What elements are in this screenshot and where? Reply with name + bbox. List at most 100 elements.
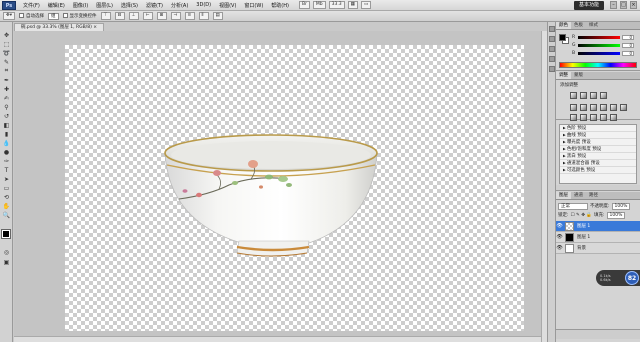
pen-tool-icon[interactable]: ✑ [2,157,11,165]
3d-rotate-tool-icon[interactable]: ⟲ [2,193,11,201]
menu-edit[interactable]: 编辑(E) [44,2,69,9]
visibility-eye-icon[interactable]: 👁 [556,234,563,240]
list-item[interactable]: 通道混合器 预设 [560,160,636,167]
clone-source-panel-icon[interactable] [549,46,555,52]
auto-align-button[interactable]: ▤ [212,12,223,20]
minimize-button[interactable]: – [610,1,617,9]
gradient-tool-icon[interactable]: ▮ [2,130,11,138]
network-speed-badge[interactable]: 0.1k/s 0.6k/s 82 [596,270,640,286]
visibility-eye-icon[interactable]: 👁 [556,245,563,251]
levels-icon[interactable] [580,92,587,99]
exposure-icon[interactable] [600,92,607,99]
tab-layers[interactable]: 图层 [556,192,571,199]
clone-stamp-tool-icon[interactable]: ⚲ [2,103,11,111]
menu-file[interactable]: 文件(F) [19,2,44,9]
menu-view[interactable]: 视图(V) [215,2,240,9]
curves-icon[interactable] [590,92,597,99]
eyedropper-tool-icon[interactable]: ✒ [2,76,11,84]
photo-filter-icon[interactable] [610,104,617,111]
blue-slider[interactable]: B 0 [572,50,638,56]
menu-analysis[interactable]: 分析(A) [167,2,192,9]
brush-tool-icon[interactable]: ✍ [2,94,11,102]
list-item[interactable]: 黑白 预设 [560,153,636,160]
red-value[interactable]: 0 [622,34,634,40]
auto-select-target-select[interactable]: 组 [48,12,59,20]
list-item[interactable]: 曝光度 预设 [560,139,636,146]
red-slider-bar[interactable] [578,35,620,39]
posterize-icon[interactable] [580,114,587,121]
shape-tool-icon[interactable]: ▭ [2,184,11,192]
threshold-icon[interactable] [590,114,597,121]
gradient-map-icon[interactable] [600,114,607,121]
green-value[interactable]: 0 [622,42,634,48]
auto-select-checkbox[interactable] [19,13,25,18]
character-panel-icon[interactable] [549,56,555,62]
vibrance-icon[interactable] [570,104,577,111]
layer-row[interactable]: 👁 图层 1 [556,232,640,243]
tab-color[interactable]: 颜色 [556,22,571,29]
type-tool-icon[interactable]: T [2,166,11,174]
zoom-tool-icon[interactable]: 🔍 [2,211,11,219]
crop-tool-icon[interactable]: ⌗ [2,67,11,75]
layer-row[interactable]: 👁 背景 [556,243,640,254]
screen-mode-button[interactable]: ▭ [360,1,372,9]
color-balance-icon[interactable] [590,104,597,111]
screen-mode-icon[interactable]: ▣ [2,258,11,266]
align-bottom-button[interactable]: ⊥ [128,12,139,20]
green-slider-bar[interactable] [578,43,620,47]
tab-masks[interactable]: 蒙版 [571,72,586,79]
align-top-button[interactable]: ⊤ [100,12,111,20]
list-item[interactable]: 色相/饱和度 预设 [560,146,636,153]
tab-channels[interactable]: 通道 [571,192,586,199]
canvas-workspace[interactable] [14,31,541,342]
zoom-level-field[interactable]: 33.3 [328,1,345,9]
tab-styles[interactable]: 样式 [586,22,601,29]
bridge-button[interactable]: Br [298,1,310,9]
distribute-horizontal-button[interactable]: ⦀ [198,12,209,20]
layer-name[interactable]: 背景 [577,245,586,251]
menu-window[interactable]: 窗口(W) [240,2,267,9]
mini-bridge-button[interactable]: Mb [312,1,326,9]
eraser-tool-icon[interactable]: ◧ [2,121,11,129]
layer-name[interactable]: 图层 1 [577,234,590,240]
workspace-switcher[interactable]: 基本功能 [573,1,604,10]
visibility-eye-icon[interactable]: 👁 [556,223,563,229]
selective-color-icon[interactable] [610,114,617,121]
opacity-field[interactable]: 100% [611,202,631,210]
blue-slider-bar[interactable] [578,51,620,55]
hand-tool-icon[interactable]: ✋ [2,202,11,210]
align-center-button[interactable]: ⊞ [156,12,167,20]
menu-image[interactable]: 图像(I) [69,2,92,9]
path-select-tool-icon[interactable]: ➤ [2,175,11,183]
lasso-tool-icon[interactable]: ➰ [2,49,11,57]
menu-filter[interactable]: 滤镜(T) [142,2,167,9]
history-brush-tool-icon[interactable]: ↺ [2,112,11,120]
horizontal-scrollbar[interactable] [14,336,541,342]
show-transform-checkbox[interactable] [62,13,68,18]
document-canvas[interactable] [65,45,524,331]
menu-help[interactable]: 帮助(H) [267,2,293,9]
tab-paths[interactable]: 路径 [586,192,601,199]
tab-swatches[interactable]: 色板 [571,22,586,29]
maximize-button[interactable]: □ [620,1,627,9]
align-left-button[interactable]: ⊢ [142,12,153,20]
move-tool-icon[interactable]: ✥ [2,31,11,39]
hue-saturation-icon[interactable] [580,104,587,111]
list-item[interactable]: 色阶 预设 [560,125,636,132]
marquee-tool-icon[interactable]: ⬚ [2,40,11,48]
lock-icons[interactable]: ☐ ✎ ✥ 🔒 [571,213,592,218]
align-right-button[interactable]: ⊣ [170,12,181,20]
move-tool-preset-picker[interactable]: ✥▾ [3,12,16,20]
blue-value[interactable]: 0 [622,50,634,56]
distribute-button[interactable]: ≡ [184,12,195,20]
blur-tool-icon[interactable]: 💧 [2,139,11,147]
menu-select[interactable]: 选择(S) [117,2,142,9]
quick-mask-icon[interactable]: ◎ [2,248,11,256]
show-transform-option[interactable]: 显示变换控件 [62,13,97,19]
close-button[interactable]: × [630,1,637,9]
align-middle-button[interactable]: ⊟ [114,12,125,20]
paragraph-panel-icon[interactable] [549,66,555,72]
color-spectrum-ramp[interactable] [559,62,637,68]
brightness-contrast-icon[interactable] [570,92,577,99]
layer-row-selected[interactable]: 👁 图层 1 [556,221,640,232]
